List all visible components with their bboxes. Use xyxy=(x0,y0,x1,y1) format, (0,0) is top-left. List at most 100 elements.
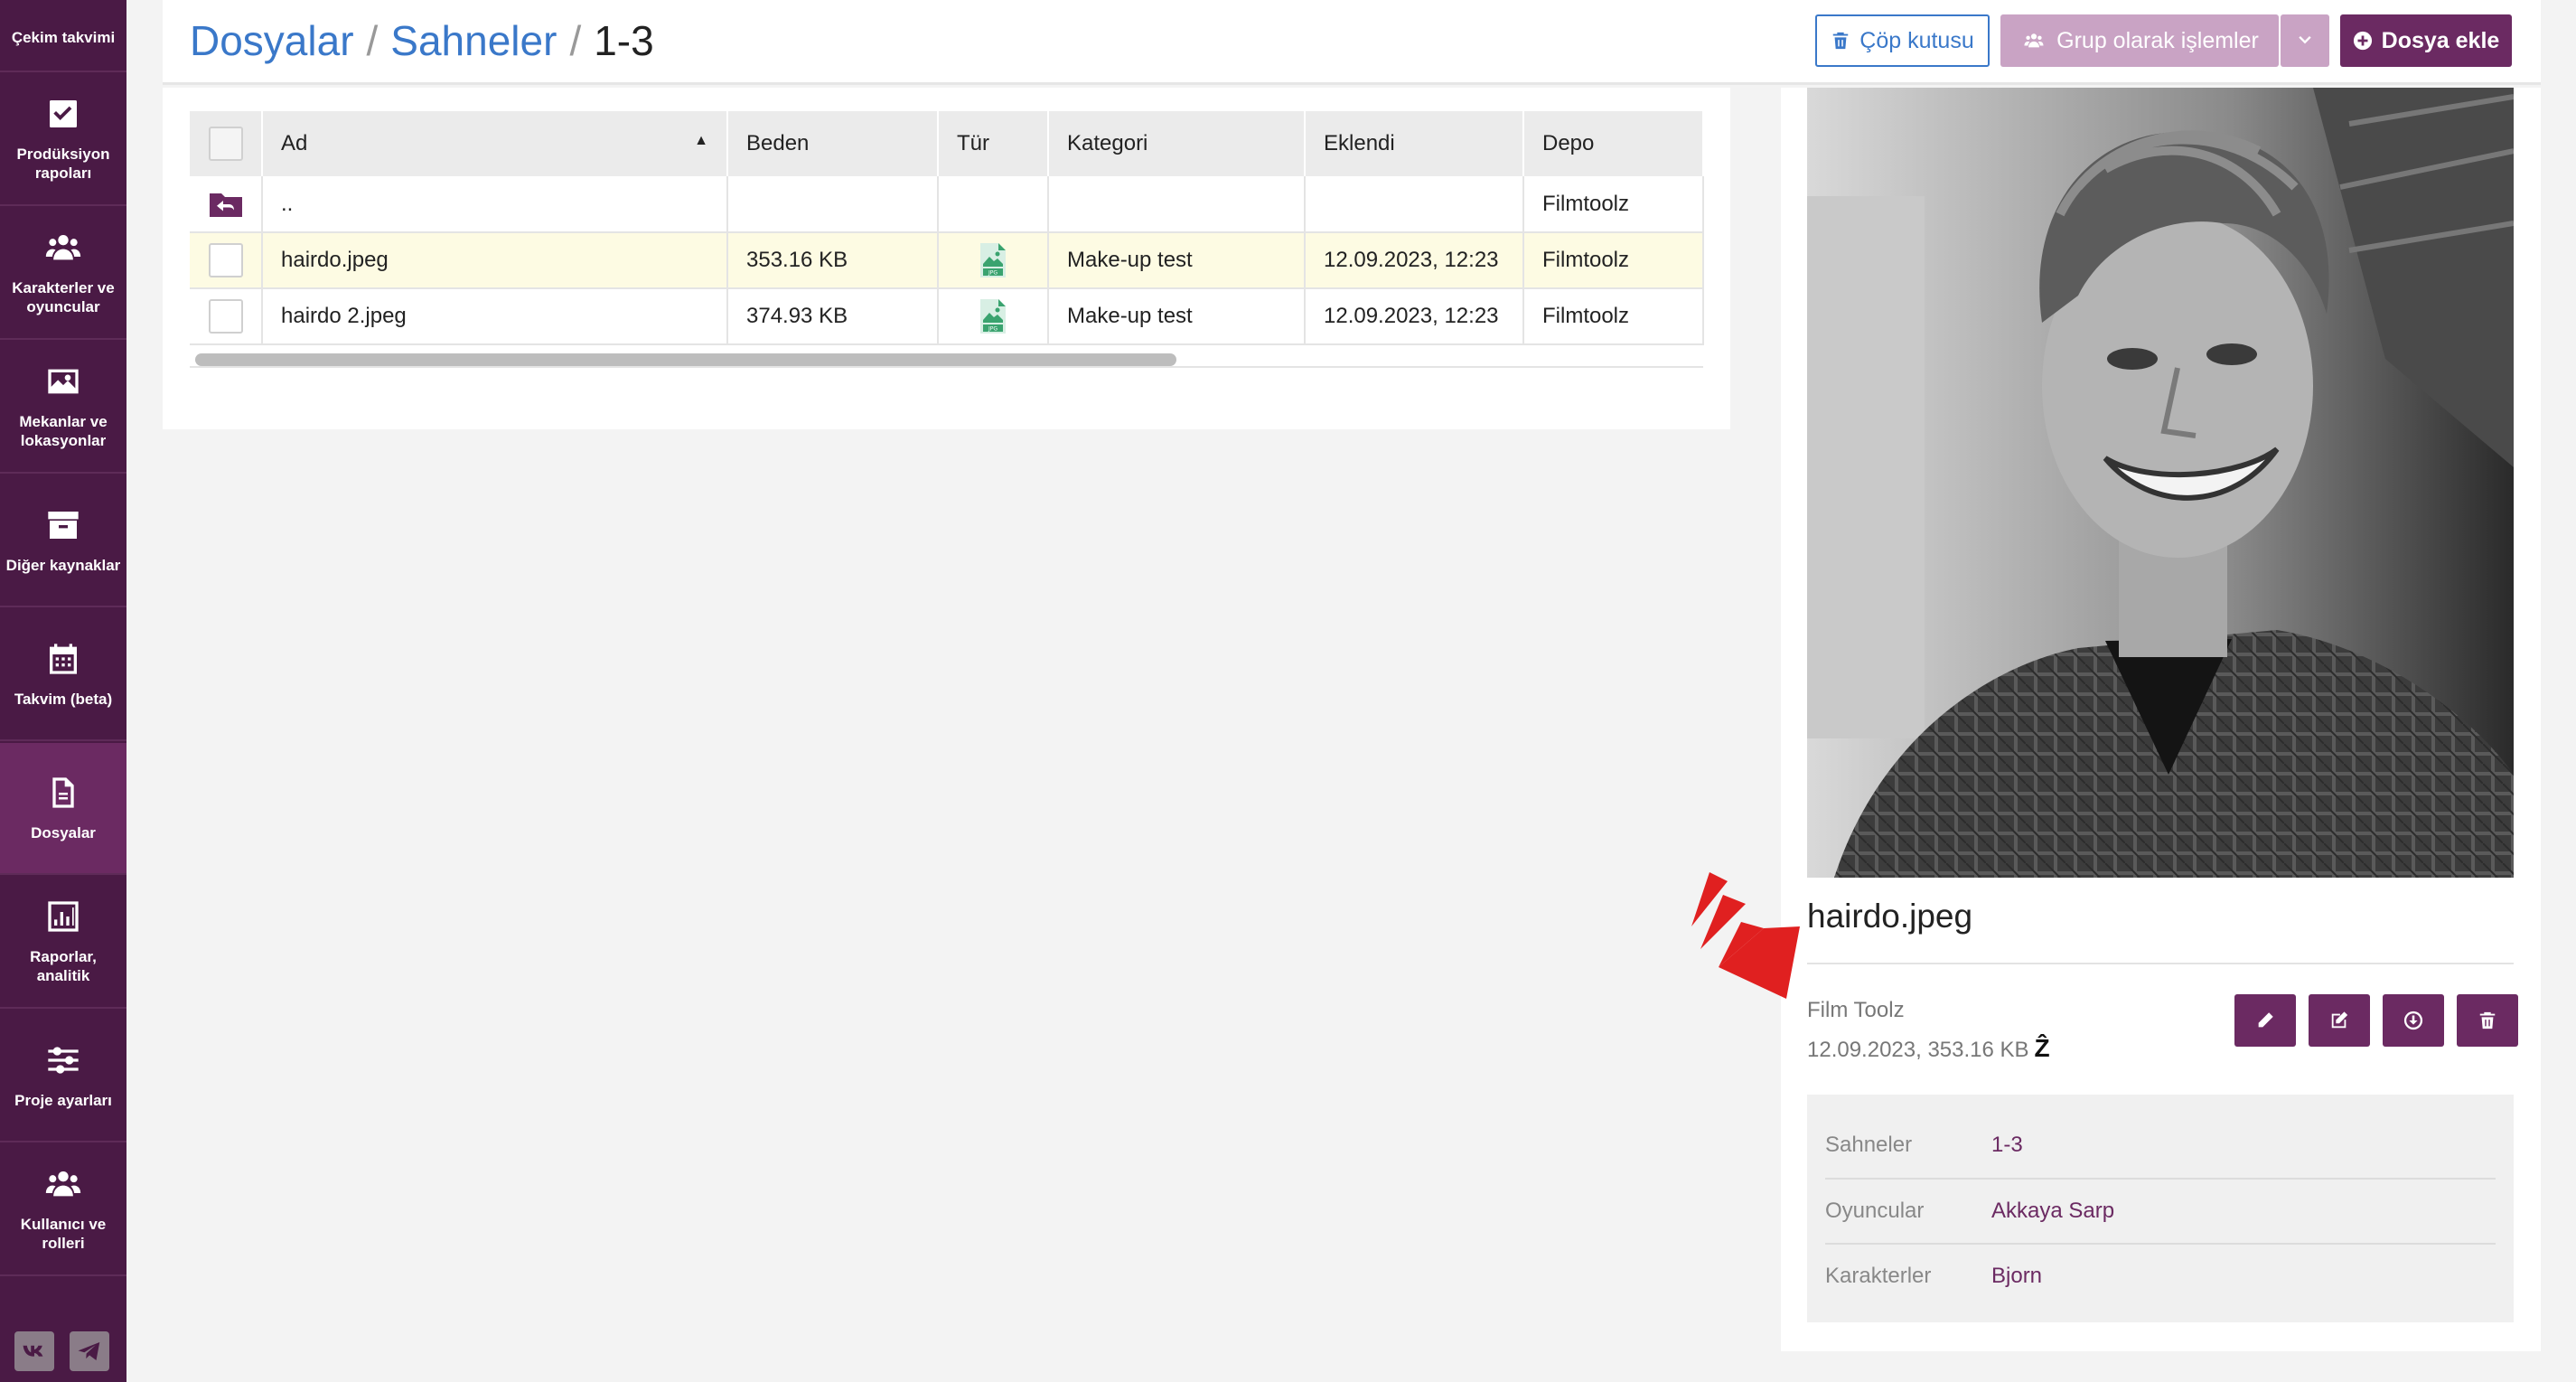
file-table: Ad ▲ Beden Tür Kategori Eklendi Depo .. F… xyxy=(190,111,1704,345)
trash-icon xyxy=(1833,32,1849,50)
sidebar-item-shooting-schedule[interactable]: Çekim takvimi xyxy=(0,0,126,72)
row-checkbox-cell xyxy=(190,288,263,345)
pencil-icon xyxy=(2258,1012,2273,1028)
sidebar-item-label: Raporlar, analitik xyxy=(30,948,97,984)
edit-details-button[interactable] xyxy=(2309,994,2370,1047)
sidebar-item-locations[interactable]: Mekanlar ve lokasyonlar xyxy=(0,342,126,474)
cell-name[interactable]: hairdo 2.jpeg xyxy=(262,288,728,345)
trash-button-label: Çöp kutusu xyxy=(1859,27,1974,53)
column-header-category[interactable]: Kategori xyxy=(1048,111,1306,176)
bar-chart-icon xyxy=(48,901,79,932)
select-all-checkbox[interactable] xyxy=(208,127,243,161)
cell-added: 12.09.2023, 12:23 xyxy=(1305,232,1524,289)
file-details-box: Sahneler 1-3 Oyuncular Akkaya Sarp Karak… xyxy=(1807,1095,2514,1322)
add-file-button[interactable]: Dosya ekle xyxy=(2340,14,2512,67)
cell-name[interactable]: hairdo.jpeg xyxy=(262,232,728,289)
table-row[interactable]: hairdo 2.jpeg 374.93 KB JPG Make-up test… xyxy=(190,288,1704,345)
preview-image[interactable] xyxy=(1807,88,2514,878)
breadcrumb-parent[interactable]: Sahneler xyxy=(390,17,557,64)
group-actions-button[interactable]: Grup olarak işlemler xyxy=(2000,14,2279,67)
sidebar-item-users-roles[interactable]: Kullanıcı ve rolleri xyxy=(0,1144,126,1276)
sidebar-item-label: Diğer kaynaklar xyxy=(5,556,121,574)
column-header-size[interactable]: Beden xyxy=(727,111,939,176)
preview-meta: 12.09.2023, 353.16 KB Ẑ xyxy=(1807,1034,2050,1063)
row-checkbox[interactable] xyxy=(208,243,243,277)
users-icon xyxy=(45,235,81,260)
cell-added: 12.09.2023, 12:23 xyxy=(1305,288,1524,345)
edit-square-icon xyxy=(2331,1011,2348,1029)
cell-type: JPG xyxy=(938,232,1049,289)
sidebar-item-label: Dosyalar xyxy=(31,823,96,841)
calendar-grid-icon xyxy=(50,643,77,674)
breadcrumb: Dosyalar / Sahneler/1-3 xyxy=(190,18,654,63)
column-header-storage[interactable]: Depo xyxy=(1523,111,1704,176)
trash-icon xyxy=(2479,1011,2496,1029)
row-checkbox[interactable] xyxy=(208,299,243,334)
detail-value-link[interactable]: Bjorn xyxy=(1991,1264,2042,1289)
add-file-label: Dosya ekle xyxy=(2381,27,2500,53)
jpg-icon: JPG xyxy=(980,243,1006,277)
cell-type xyxy=(938,176,1049,233)
cell-type: JPG xyxy=(938,288,1049,345)
cell-category: Make-up test xyxy=(1048,232,1306,289)
column-header-added[interactable]: Eklendi xyxy=(1305,111,1524,176)
sidebar-item-reports[interactable]: Raporlar, analitik xyxy=(0,877,126,1009)
sidebar: Çekim takvimi Prodüksiyon rapoları Karak… xyxy=(0,0,126,1382)
image-icon xyxy=(48,369,79,394)
detail-value-link[interactable]: Akkaya Sarp xyxy=(1991,1199,2114,1224)
sidebar-item-label: Prodüksiyon rapoları xyxy=(16,146,110,182)
cell-added xyxy=(1305,176,1524,233)
trash-button[interactable]: Çöp kutusu xyxy=(1815,14,1990,67)
file-list-card: Ad ▲ Beden Tür Kategori Eklendi Depo .. F… xyxy=(163,88,1730,429)
table-row[interactable]: hairdo.jpeg 353.16 KB JPG Make-up test 1… xyxy=(190,232,1704,289)
vk-icon[interactable] xyxy=(14,1331,54,1371)
sidebar-item-label: Takvim (beta) xyxy=(14,690,113,708)
divider xyxy=(1807,963,2514,964)
group-actions-dropdown[interactable] xyxy=(2281,14,2329,67)
cell-storage: Filmtoolz xyxy=(1523,288,1704,345)
folder-back-icon[interactable] xyxy=(208,190,244,219)
column-header-name[interactable]: Ad ▲ xyxy=(262,111,728,176)
column-header-type[interactable]: Tür xyxy=(938,111,1049,176)
detail-key: Karakterler xyxy=(1825,1264,1932,1288)
cell-size: 353.16 KB xyxy=(727,232,939,289)
annotation-arrow-icon xyxy=(1691,872,1800,999)
sidebar-item-other-resources[interactable]: Diğer kaynaklar xyxy=(0,475,126,607)
breadcrumb-separator: / xyxy=(569,17,582,64)
scrollbar-thumb[interactable] xyxy=(195,353,1176,366)
sidebar-item-label: Çekim takvimi xyxy=(11,28,116,46)
sidebar-item-project-settings[interactable]: Proje ayarları xyxy=(0,1011,126,1142)
detail-value-link[interactable]: 1-3 xyxy=(1991,1133,2023,1158)
jpg-icon: JPG xyxy=(980,299,1006,334)
table-row-parent-folder[interactable]: .. Filmtoolz xyxy=(190,176,1704,233)
delete-button[interactable] xyxy=(2457,994,2518,1047)
horizontal-scrollbar[interactable] xyxy=(190,350,1703,368)
table-header-row: Ad ▲ Beden Tür Kategori Eklendi Depo xyxy=(190,111,1704,176)
cell-size xyxy=(727,176,939,233)
column-label: Ad xyxy=(281,131,308,155)
select-all-cell xyxy=(190,111,263,176)
chevron-down-icon xyxy=(2299,36,2311,44)
detail-row-scenes: Sahneler 1-3 xyxy=(1825,1113,2496,1178)
telegram-icon[interactable] xyxy=(70,1331,109,1371)
svg-text:JPG: JPG xyxy=(988,326,998,333)
edit-button[interactable] xyxy=(2234,994,2296,1047)
detail-row-characters: Karakterler Bjorn xyxy=(1825,1243,2496,1308)
users-icon xyxy=(45,1171,81,1197)
breadcrumb-root[interactable]: Dosyalar xyxy=(190,17,354,64)
preview-date-size: 12.09.2023, 353.16 KB xyxy=(1807,1038,2029,1062)
sidebar-item-files[interactable]: Dosyalar xyxy=(0,743,126,875)
cell-size: 374.93 KB xyxy=(727,288,939,345)
cell-category: Make-up test xyxy=(1048,288,1306,345)
sidebar-item-characters[interactable]: Karakterler ve oyuncular xyxy=(0,208,126,340)
sidebar-item-label: Mekanlar ve lokasyonlar xyxy=(19,413,108,449)
download-icon xyxy=(2403,1011,2423,1030)
file-preview-panel: hairdo.jpeg Film Toolz 12.09.2023, 353.1… xyxy=(1781,88,2541,1351)
sidebar-item-calendar[interactable]: Takvim (beta) xyxy=(0,609,126,741)
plus-circle-icon xyxy=(2353,31,2372,51)
preview-owner: Film Toolz xyxy=(1807,998,1905,1022)
sidebar-item-production-reports[interactable]: Prodüksiyon rapoları xyxy=(0,74,126,206)
users-icon xyxy=(2024,33,2044,48)
breadcrumb-current: 1-3 xyxy=(594,17,654,64)
download-button[interactable] xyxy=(2383,994,2444,1047)
